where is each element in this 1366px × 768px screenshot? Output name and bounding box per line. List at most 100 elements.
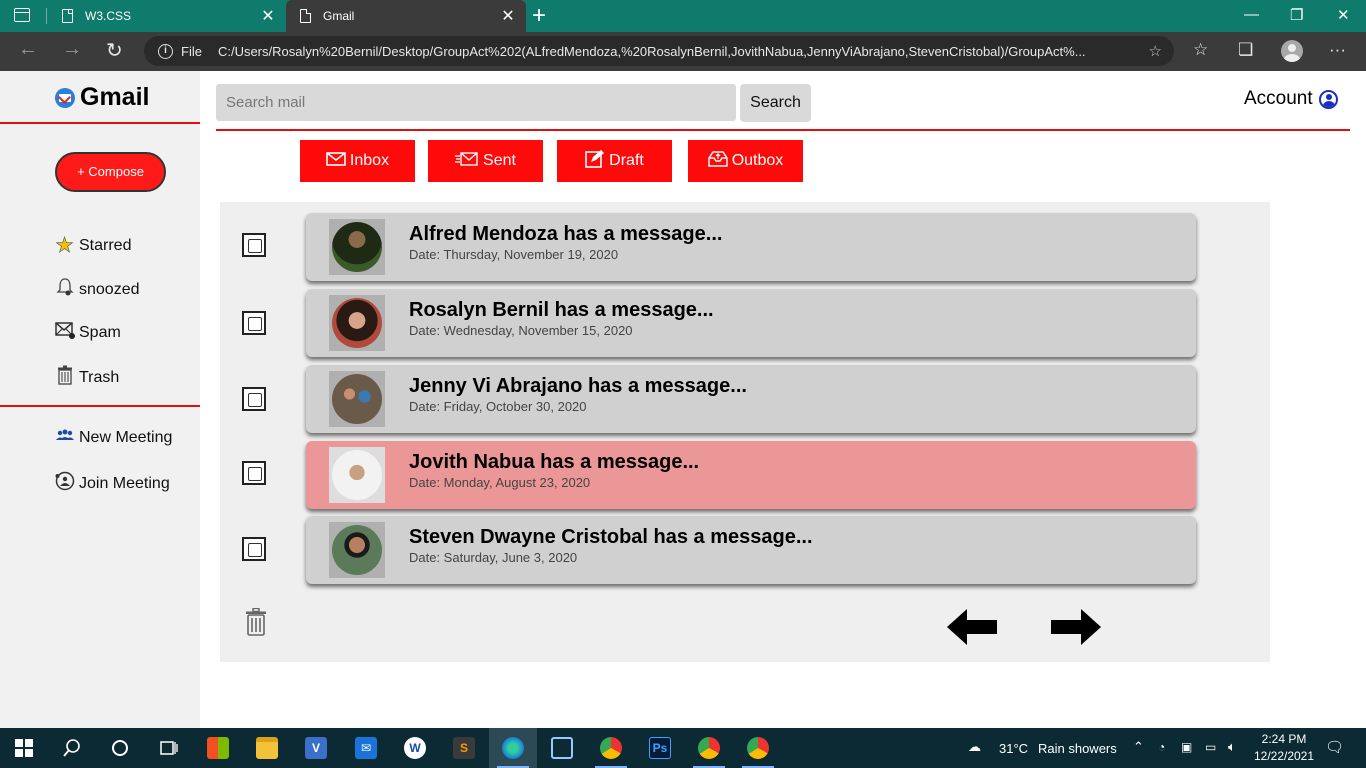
mail-item-jenny[interactable]: Jenny Vi Abrajano has a message... Date:… bbox=[306, 365, 1196, 433]
new-tab-icon[interactable]: + bbox=[532, 2, 546, 30]
page-icon bbox=[62, 9, 73, 23]
brand[interactable]: Gmail bbox=[55, 83, 149, 112]
mail-date: Date: Friday, October 30, 2020 bbox=[409, 399, 587, 414]
forward-icon[interactable]: → bbox=[62, 38, 82, 61]
info-icon[interactable]: i bbox=[158, 43, 173, 59]
mail-item-alfred[interactable]: Alfred Mendoza has a message... Date: Th… bbox=[306, 213, 1196, 281]
sidebar-item-join-meeting[interactable]: Join Meeting bbox=[54, 471, 170, 496]
task-view-icon[interactable] bbox=[144, 728, 192, 768]
mail-date: Date: Saturday, June 3, 2020 bbox=[409, 550, 578, 565]
chrome-profile-app-icon[interactable] bbox=[685, 728, 733, 768]
more-menu-icon[interactable]: ··· bbox=[1329, 40, 1346, 60]
edit-icon bbox=[585, 149, 605, 174]
tab-actions-icon[interactable] bbox=[14, 8, 30, 22]
photoshop-app-icon[interactable]: Ps bbox=[636, 728, 684, 768]
network-icon[interactable]: ◔ bbox=[1158, 740, 1165, 754]
search-icon[interactable] bbox=[48, 728, 96, 768]
tab-inbox[interactable]: Inbox bbox=[300, 140, 415, 182]
row-checkbox[interactable] bbox=[242, 537, 266, 561]
mail-item-jovith[interactable]: Jovith Nabua has a message... Date: Mond… bbox=[306, 441, 1196, 509]
volume-icon[interactable]: 🔈︎ bbox=[1228, 739, 1236, 755]
clock-date: 12/22/2021 bbox=[1253, 749, 1315, 763]
next-page-arrow-icon[interactable] bbox=[1049, 607, 1101, 647]
row-checkbox[interactable] bbox=[242, 387, 266, 411]
battery-icon[interactable]: ▭ bbox=[1205, 740, 1216, 754]
search-button[interactable]: Search bbox=[740, 84, 811, 122]
tab-draft[interactable]: Draft bbox=[557, 140, 672, 182]
tab-outbox[interactable]: Outbox bbox=[688, 140, 803, 182]
sidebar-item-new-meeting[interactable]: New Meeting bbox=[54, 427, 172, 448]
weather-condition[interactable]: Rain showers bbox=[1038, 741, 1117, 756]
clock-time: 2:24 PM bbox=[1261, 732, 1307, 746]
sidebar-divider bbox=[0, 405, 200, 407]
avatar bbox=[329, 371, 385, 427]
refresh-icon[interactable]: ↻ bbox=[106, 38, 123, 63]
mail-date: Date: Thursday, November 19, 2020 bbox=[409, 247, 619, 262]
row-checkbox[interactable] bbox=[242, 311, 266, 335]
prev-page-arrow-icon[interactable] bbox=[947, 607, 999, 647]
mail-subject: Jenny Vi Abrajano has a message... bbox=[409, 375, 747, 397]
chrome-app-icon[interactable] bbox=[587, 728, 635, 768]
sublime-app-icon[interactable]: S bbox=[440, 728, 488, 768]
avatar bbox=[329, 522, 385, 578]
add-favorite-icon[interactable]: ☆ bbox=[1149, 42, 1162, 60]
chrome-profile-2-app-icon[interactable] bbox=[734, 728, 782, 768]
collections-icon[interactable]: ❏ bbox=[1238, 40, 1253, 60]
close-window-icon[interactable]: ✕ bbox=[1337, 6, 1350, 24]
visio-app-icon[interactable]: V bbox=[292, 728, 340, 768]
account-button[interactable]: Account bbox=[1244, 88, 1338, 110]
tab-label: Draft bbox=[609, 152, 644, 169]
back-icon[interactable]: ← bbox=[18, 38, 38, 61]
restore-icon[interactable]: ❐ bbox=[1290, 6, 1303, 24]
browser-tab-strip: W3.CSS ✕ Gmail ✕ + — ❐ ✕ bbox=[0, 0, 1366, 32]
sidebar-item-starred[interactable]: ★ Starred bbox=[54, 233, 132, 258]
clock[interactable]: 2:24 PM 12/22/2021 bbox=[1252, 731, 1316, 765]
virtualbox-app-icon[interactable] bbox=[538, 728, 586, 768]
weather-icon[interactable]: ☁ bbox=[968, 739, 981, 755]
sidebar-item-snoozed[interactable]: snoozed bbox=[54, 277, 140, 302]
sidebar-item-label: New Meeting bbox=[79, 428, 173, 446]
avatar bbox=[329, 447, 385, 503]
cortana-icon[interactable] bbox=[96, 728, 144, 768]
search-input[interactable] bbox=[216, 84, 736, 121]
sidebar-divider bbox=[0, 122, 200, 124]
url-field[interactable]: i File C:/Users/Rosalyn%20Bernil/Desktop… bbox=[144, 36, 1174, 66]
row-checkbox[interactable] bbox=[242, 461, 266, 485]
sidebar-item-label: snoozed bbox=[79, 280, 140, 298]
meet-now-icon[interactable]: ▣ bbox=[1181, 740, 1192, 754]
tab-label: Inbox bbox=[349, 152, 390, 169]
tab-w3css[interactable]: W3.CSS ✕ bbox=[48, 0, 286, 32]
weather-temp[interactable]: 31°C bbox=[999, 741, 1028, 756]
store-app-icon[interactable] bbox=[194, 728, 242, 768]
avatar bbox=[329, 295, 385, 351]
minimize-icon[interactable]: — bbox=[1244, 6, 1259, 23]
sidebar: Gmail + Compose ★ Starred snoozed Spam T… bbox=[0, 71, 200, 728]
url-text[interactable]: C:/Users/Rosalyn%20Bernil/Desktop/GroupA… bbox=[218, 44, 1118, 59]
gmail-page: Gmail + Compose ★ Starred snoozed Spam T… bbox=[0, 71, 1366, 728]
mail-item-steven[interactable]: Steven Dwayne Cristobal has a message...… bbox=[306, 516, 1196, 584]
file-explorer-app-icon[interactable] bbox=[243, 728, 291, 768]
compose-button[interactable]: + Compose bbox=[55, 152, 166, 192]
outbox-icon bbox=[708, 150, 728, 172]
chevron-up-icon[interactable]: ⌃ bbox=[1133, 739, 1144, 755]
close-icon[interactable]: ✕ bbox=[496, 6, 520, 26]
profile-avatar[interactable] bbox=[1281, 40, 1303, 62]
start-button[interactable] bbox=[0, 728, 48, 768]
sidebar-item-spam[interactable]: Spam bbox=[54, 321, 121, 344]
edge-app-icon[interactable] bbox=[489, 728, 537, 768]
notifications-icon[interactable]: 🗨︎ bbox=[1325, 738, 1344, 756]
star-icon: ★ bbox=[55, 234, 74, 258]
mail-app-icon[interactable]: ✉ bbox=[342, 728, 390, 768]
sidebar-item-trash[interactable]: Trash bbox=[54, 365, 119, 390]
tab-label: Sent bbox=[483, 152, 516, 169]
tab-gmail[interactable]: Gmail ✕ bbox=[286, 0, 526, 32]
mail-item-rosalyn[interactable]: Rosalyn Bernil has a message... Date: We… bbox=[306, 289, 1196, 357]
tab-sent[interactable]: Sent bbox=[428, 140, 543, 182]
sidebar-item-label: Trash bbox=[79, 368, 120, 386]
word-app-icon[interactable]: W bbox=[391, 728, 439, 768]
favorites-icon[interactable]: ☆ bbox=[1193, 40, 1208, 60]
row-checkbox[interactable] bbox=[242, 233, 266, 257]
tab-title: W3.CSS bbox=[85, 9, 132, 23]
delete-trash-icon[interactable] bbox=[245, 607, 267, 636]
close-icon[interactable]: ✕ bbox=[256, 6, 280, 26]
